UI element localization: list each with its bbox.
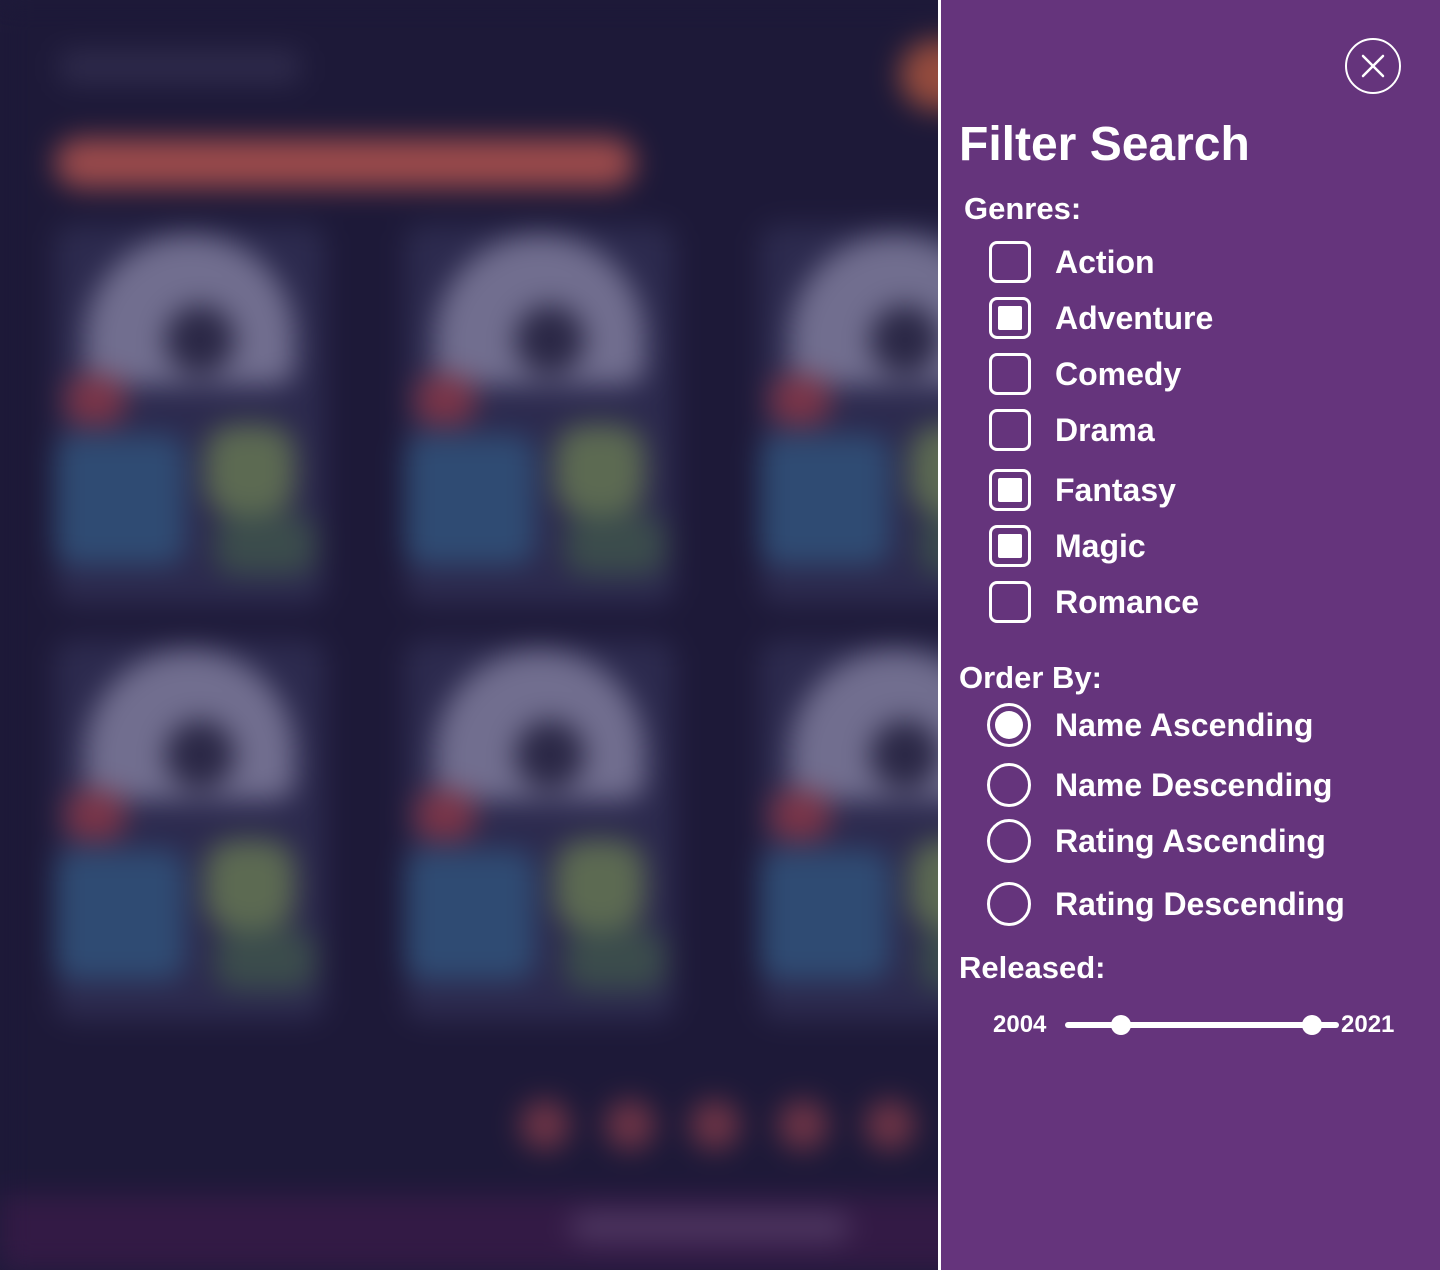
radio-selected[interactable]	[987, 703, 1031, 747]
order-option-label: Rating Descending	[1055, 886, 1345, 922]
background-card	[55, 225, 325, 605]
genre-checkbox-romance[interactable]: Romance	[989, 581, 1199, 623]
order-by-label: Order By:	[959, 660, 1102, 695]
background-page-dot	[778, 1100, 828, 1150]
genres-label: Genres:	[964, 191, 1082, 226]
genre-checkbox-action[interactable]: Action	[989, 241, 1155, 283]
order-option-label: Rating Ascending	[1055, 823, 1326, 859]
background-card	[55, 640, 325, 1020]
released-max-value: 2021	[1341, 1011, 1395, 1038]
released-label: Released:	[959, 950, 1106, 985]
released-min-handle[interactable]	[1111, 1015, 1131, 1035]
genre-checkbox-drama[interactable]: Drama	[989, 409, 1155, 451]
checkbox-checked[interactable]	[989, 297, 1031, 339]
filter-panel: Filter Search Genres: Action Adventure C…	[938, 0, 1440, 1270]
genre-checkbox-fantasy[interactable]: Fantasy	[989, 469, 1176, 511]
background-card	[405, 640, 675, 1020]
genre-checkbox-comedy[interactable]: Comedy	[989, 353, 1181, 395]
checkbox[interactable]	[989, 241, 1031, 283]
background-logo	[60, 50, 300, 84]
genre-label: Romance	[1055, 584, 1200, 620]
radio[interactable]	[987, 882, 1031, 926]
genre-label: Magic	[1055, 528, 1146, 564]
order-radio-name-ascending[interactable]: Name Ascending	[987, 703, 1313, 747]
order-radio-name-descending[interactable]: Name Descending	[987, 763, 1332, 807]
background-footer-bar	[570, 1212, 850, 1242]
released-max-handle[interactable]	[1302, 1015, 1322, 1035]
checkbox[interactable]	[989, 581, 1031, 623]
released-range-slider[interactable]	[1065, 1022, 1339, 1028]
genre-label: Drama	[1055, 412, 1155, 448]
checkbox-checked[interactable]	[989, 469, 1031, 511]
radio[interactable]	[987, 763, 1031, 807]
order-radio-rating-ascending[interactable]: Rating Ascending	[987, 819, 1326, 863]
genre-checkbox-adventure[interactable]: Adventure	[989, 297, 1213, 339]
order-option-label: Name Descending	[1055, 767, 1333, 803]
checkbox[interactable]	[989, 353, 1031, 395]
genre-label: Action	[1055, 244, 1155, 280]
background-card	[405, 225, 675, 605]
background-page-dot	[605, 1100, 655, 1150]
genre-label: Comedy	[1055, 356, 1182, 392]
order-radio-rating-descending[interactable]: Rating Descending	[987, 882, 1345, 926]
background-page-dot	[520, 1100, 570, 1150]
close-icon	[1361, 54, 1385, 78]
radio[interactable]	[987, 819, 1031, 863]
genre-label: Fantasy	[1055, 472, 1176, 508]
panel-title: Filter Search	[959, 118, 1250, 171]
checkbox[interactable]	[989, 409, 1031, 451]
checkbox-checked[interactable]	[989, 525, 1031, 567]
genre-label: Adventure	[1055, 300, 1214, 336]
background-banner	[55, 138, 635, 188]
background-page-dot	[690, 1100, 740, 1150]
released-min-value: 2004	[993, 1011, 1047, 1038]
close-button[interactable]	[1345, 38, 1401, 94]
order-option-label: Name Ascending	[1055, 707, 1314, 743]
genre-checkbox-magic[interactable]: Magic	[989, 525, 1146, 567]
background-page-dot	[865, 1100, 915, 1150]
